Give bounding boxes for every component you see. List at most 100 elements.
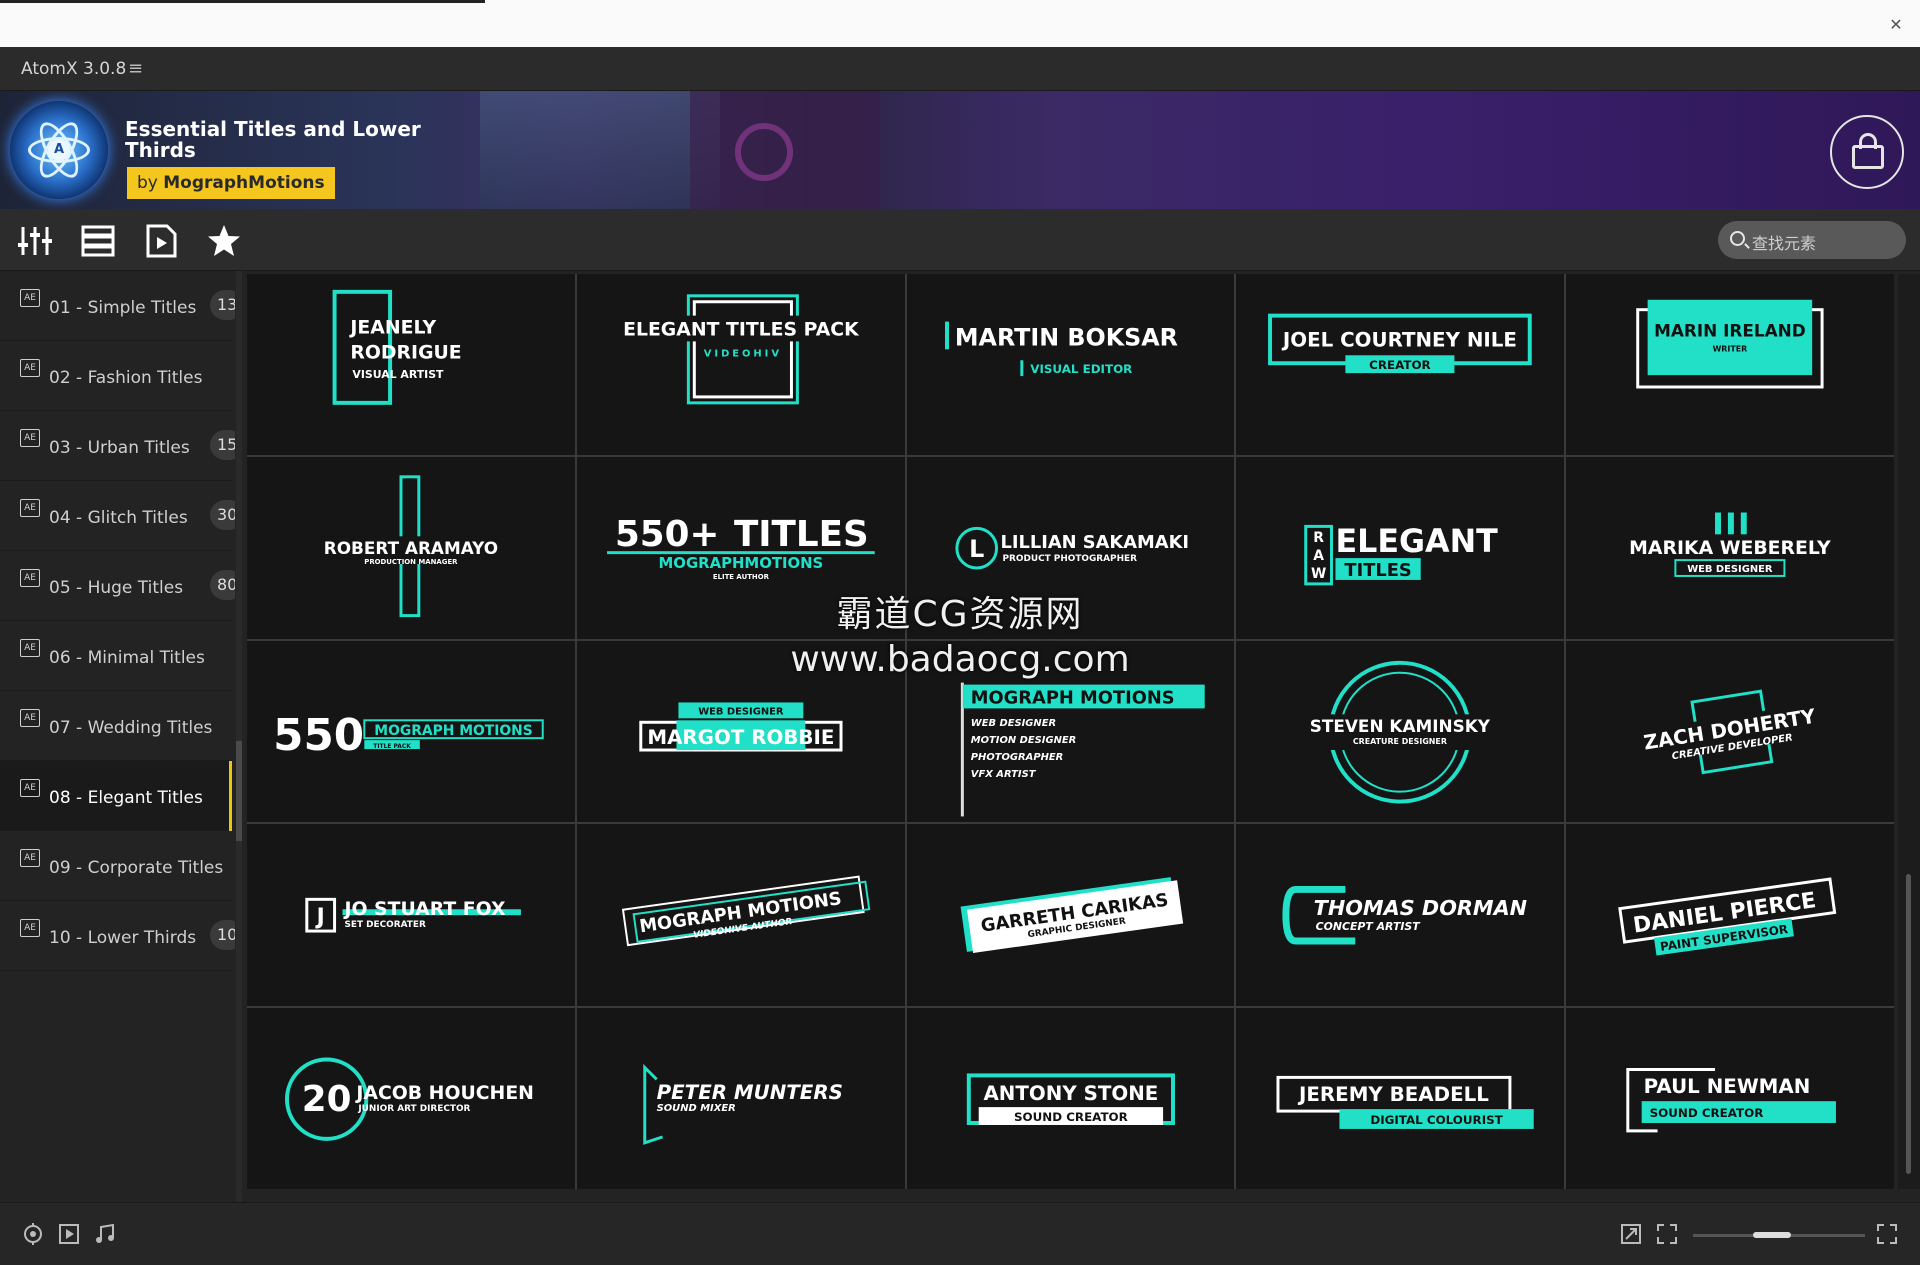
list-icon[interactable] — [80, 223, 116, 259]
title-tile[interactable]: 20 JACOB HOUCHEN JUNIOR ART DIRECTOR — [247, 1007, 575, 1189]
mixer-icon[interactable] — [17, 223, 53, 259]
star-icon[interactable] — [206, 223, 242, 259]
title-tile[interactable]: MARIN IRELAND WRITER — [1566, 274, 1894, 456]
item-count-badge: 10 — [210, 920, 235, 950]
tile-name: TITLES — [734, 515, 869, 556]
fullscreen-corners-icon[interactable] — [1656, 1223, 1678, 1245]
tile-initial: J — [315, 905, 325, 930]
sidebar-item-elegant-titles[interactable]: AE 08 - Elegant Titles — [0, 761, 232, 831]
item-count-badge: 80 — [210, 570, 235, 600]
shopping-bag-icon[interactable] — [1830, 115, 1904, 189]
title-tile[interactable]: R A W ELEGANT TITLES — [1236, 457, 1565, 639]
tile-initial: L — [969, 536, 984, 564]
hamburger-menu-icon[interactable]: ≡ — [128, 58, 143, 79]
zoom-slider[interactable] — [1693, 1232, 1865, 1238]
sidebar-item-label: 09 - Corporate Titles — [49, 858, 224, 878]
ae-file-icon: AE — [20, 359, 40, 377]
sidebar-item-label: 10 - Lower Thirds — [49, 928, 197, 948]
grid-scrollbar[interactable] — [1898, 274, 1920, 1189]
play-box-icon[interactable] — [58, 1223, 80, 1245]
search-input[interactable]: 查找元素 — [1718, 221, 1906, 259]
tile-role: SOUND CREATOR — [1650, 1106, 1764, 1120]
tile-role: PHOTOGRAPHER — [970, 752, 1063, 763]
title-tile[interactable]: JEREMY BEADELL DIGITAL COLOURIST — [1236, 1007, 1565, 1189]
title-tile[interactable]: ROBERT ARAMAYO PRODUCTION MANAGER — [247, 457, 575, 639]
tile-role: VISUAL ARTIST — [352, 368, 444, 381]
tile-role: CREATURE DESIGNER — [1353, 737, 1447, 746]
title-tile[interactable]: GARRETH CARIKAS GRAPHIC DESIGNER — [906, 824, 1235, 1006]
title-tile[interactable]: JEANELY RODRIGUE VISUAL ARTIST — [247, 274, 575, 456]
sidebar-item-fashion-titles[interactable]: AE 02 - Fashion Titles — [0, 341, 232, 411]
title-tile[interactable]: 550 MOGRAPH MOTIONS TITLE PACK — [247, 640, 575, 823]
title-tile[interactable]: ANTONY STONE SOUND CREATOR — [906, 1007, 1235, 1189]
tile-role: VFX ARTIST — [970, 769, 1036, 780]
title-tile[interactable]: J JO STUART FOX SET DECORATER — [247, 824, 575, 1006]
grid-scroll-thumb[interactable] — [1906, 874, 1911, 1174]
tile-name: THOMAS DORMAN — [1314, 896, 1527, 920]
title-tile[interactable]: THOMAS DORMAN CONCEPT ARTIST — [1236, 824, 1565, 1006]
title-tile[interactable]: MOGRAPH MOTIONS VIDEOHIVE AUTHOR — [576, 824, 905, 1006]
target-icon[interactable] — [22, 1223, 44, 1245]
title-tile[interactable]: DANIEL PIERCE PAINT SUPERVISOR — [1566, 824, 1894, 1006]
expand-icon[interactable] — [1876, 1223, 1898, 1245]
toolbar: 查找元素 — [0, 209, 1920, 271]
atomx-logo-icon: A — [10, 101, 108, 199]
sidebar-item-glitch-titles[interactable]: AE 04 - Glitch Titles 30 — [0, 481, 235, 551]
tile-name: MARGOT ROBBIE — [647, 726, 834, 749]
item-count-badge: 13 — [210, 290, 235, 320]
tile-role: WRITER — [1713, 344, 1748, 353]
tile-role: WEB DESIGNER — [970, 718, 1055, 729]
tile-role: JUNIOR ART DIRECTOR — [357, 1104, 470, 1114]
title-tile[interactable]: JOEL COURTNEY NILE CREATOR — [1236, 274, 1565, 456]
panel-titlebar: AtomX 3.0.8 ≡ — [0, 47, 1920, 91]
tile-role: SOUND CREATOR — [1014, 1110, 1128, 1124]
title-tile[interactable]: PETER MUNTERS SOUND MIXER — [576, 1007, 905, 1189]
sidebar-item-label: 04 - Glitch Titles — [49, 508, 188, 528]
tile-name: MARIKA WEBERELY — [1629, 539, 1831, 560]
author-name: MographMotions — [163, 173, 325, 193]
zoom-slider-knob[interactable] — [1753, 1232, 1792, 1238]
sidebar-item-simple-titles[interactable]: AE 01 - Simple Titles 13 — [0, 271, 235, 341]
tile-name: JACOB HOUCHEN — [354, 1083, 534, 1104]
tile-letter: W — [1311, 566, 1326, 582]
sidebar-scrollbar[interactable] — [236, 271, 242, 1202]
banner-image-deco — [480, 91, 720, 209]
tile-number: 550 — [273, 711, 364, 761]
tile-role: DIGITAL COLOURIST — [1371, 1113, 1504, 1127]
close-icon[interactable]: ✕ — [1884, 14, 1908, 36]
window-top-strip: ✕ — [0, 0, 1920, 47]
tile-name: JOEL COURTNEY NILE — [1281, 328, 1517, 351]
title-tile[interactable]: ZACH DOHERTY CREATIVE DEVELOPER — [1566, 640, 1894, 823]
resize-icon[interactable] — [1620, 1223, 1642, 1245]
title-tile[interactable]: STEVEN KAMINSKY CREATURE DESIGNER — [1236, 640, 1565, 823]
tile-sub: TITLES — [1345, 560, 1412, 581]
author-badge[interactable]: by MographMotions — [127, 167, 335, 199]
title-tile[interactable]: PAUL NEWMAN SOUND CREATOR — [1566, 1007, 1894, 1189]
ae-file-icon: AE — [20, 569, 40, 587]
title-tile[interactable]: MARTIN BOKSAR VISUAL EDITOR — [906, 274, 1235, 456]
sidebar-item-urban-titles[interactable]: AE 03 - Urban Titles 15 — [0, 411, 235, 481]
sidebar-item-wedding-titles[interactable]: AE 07 - Wedding Titles — [0, 691, 232, 761]
tile-name-line1: JEANELY — [348, 317, 436, 338]
watermark-line2: www.badaocg.com — [790, 639, 1130, 680]
tile-role: PRODUCTION MANAGER — [364, 558, 458, 566]
file-play-icon[interactable] — [143, 223, 179, 259]
sidebar-item-lower-thirds[interactable]: AE 10 - Lower Thirds 10 — [0, 901, 235, 971]
tile-role: CREATOR — [1370, 358, 1432, 372]
sidebar-item-minimal-titles[interactable]: AE 06 - Minimal Titles — [0, 621, 232, 691]
title-tile[interactable]: ELEGANT TITLES PACK VIDEOHIV — [576, 274, 905, 456]
tile-name: MOGRAPH MOTIONS — [970, 687, 1174, 708]
sidebar-item-huge-titles[interactable]: AE 05 - Huge Titles 80 — [0, 551, 235, 621]
app-title: AtomX 3.0.8 — [21, 59, 127, 79]
sidebar-scroll-thumb[interactable] — [236, 741, 242, 841]
sidebar-item-label: 08 - Elegant Titles — [49, 788, 203, 808]
tile-name: LILLIAN SAKAMAKI — [1000, 533, 1189, 554]
sidebar-item-corporate-titles[interactable]: AE 09 - Corporate Titles — [0, 831, 232, 901]
tile-role: VISUAL EDITOR — [1030, 362, 1132, 376]
music-note-icon[interactable] — [94, 1223, 116, 1245]
ae-file-icon: AE — [20, 709, 40, 727]
tile-role: ELITE AUTHOR — [713, 573, 770, 581]
banner-image-deco — [735, 123, 793, 181]
tile-name: ROBERT ARAMAYO — [324, 539, 498, 559]
title-tile[interactable]: MARIKA WEBERELY WEB DESIGNER — [1566, 457, 1894, 639]
